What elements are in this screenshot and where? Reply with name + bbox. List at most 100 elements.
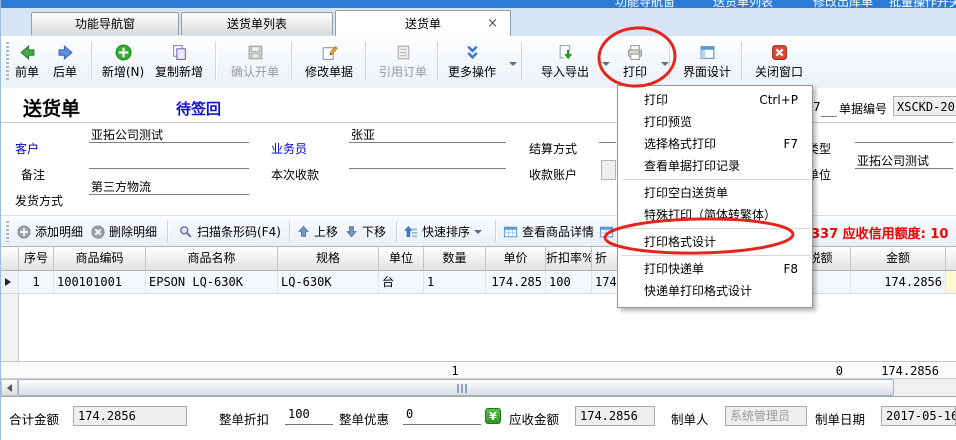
move-down-button[interactable]: 下移: [345, 221, 386, 242]
column-header-unit[interactable]: 单位: [379, 247, 424, 271]
maker-label: 制单人: [671, 409, 709, 428]
import-export-button[interactable]: 导入导出: [533, 39, 597, 84]
column-header-spec[interactable]: 规格: [278, 247, 379, 271]
extra-table-icon-button[interactable]: [599, 221, 614, 242]
scrollbar-thumb[interactable]: [18, 379, 894, 396]
customer-field[interactable]: 亚拓公司测试: [89, 126, 249, 143]
settle-method-field[interactable]: [599, 126, 616, 143]
menu-item-print-format-design[interactable]: 打印格式设计: [618, 231, 812, 253]
column-header-qty[interactable]: 数量: [424, 247, 486, 271]
close-red-icon: [771, 44, 788, 61]
sort-icon: [404, 225, 418, 239]
save-icon: [247, 44, 264, 61]
tab-delivery-list[interactable]: 送货单列表: [181, 12, 333, 35]
import-export-caret-icon[interactable]: [602, 62, 610, 66]
tab-delivery-note[interactable]: 送货单 ×: [335, 10, 511, 36]
credit-limit-text: 337 应收信用额度: 10: [811, 223, 956, 242]
menu-item-special-print[interactable]: 特殊打印（简体转繁体）: [618, 204, 812, 226]
topbar: 功能导航窗 送货单列表 修改出库单 批量操作开关: [1, 0, 956, 8]
arrow-right-icon: [57, 44, 74, 61]
shortcut: Ctrl+P: [759, 89, 798, 111]
unit-field[interactable]: 亚拓公司测试: [855, 152, 953, 169]
column-header-code[interactable]: 商品编码: [54, 247, 146, 271]
close-window-button[interactable]: 关闭窗口: [747, 39, 811, 84]
scroll-left-button[interactable]: [1, 379, 18, 396]
print-button[interactable]: 打印: [613, 39, 657, 84]
order-discount-field[interactable]: 100: [285, 407, 333, 425]
order-preferential-field[interactable]: 0: [403, 407, 481, 425]
cell-unit[interactable]: 台: [379, 271, 424, 294]
cell-spec[interactable]: LQ-630K: [278, 271, 379, 294]
view-product-detail-button[interactable]: 查看商品详情: [503, 221, 594, 242]
tab-bar: 功能导航窗 送货单列表 送货单 ×: [1, 8, 956, 36]
menu-item-view-print-records[interactable]: 查看单据打印记录: [618, 155, 812, 177]
next-doc-button[interactable]: 后单: [45, 39, 85, 84]
payment-field[interactable]: [349, 152, 506, 169]
arrow-down-icon: [345, 225, 358, 238]
menu-item-print-express-sheet[interactable]: 打印快递单F8: [618, 258, 812, 280]
type-field[interactable]: [855, 126, 953, 143]
cell-discount[interactable]: 100: [546, 271, 592, 294]
cell-code[interactable]: 100101001: [54, 271, 146, 294]
cell-price[interactable]: 174.285: [486, 271, 546, 294]
copy-icon: [171, 44, 188, 61]
yen-icon[interactable]: ¥: [485, 408, 501, 424]
scrollbar-grip-icon: [457, 384, 469, 393]
current-row-marker-icon: [5, 278, 11, 286]
prev-doc-button[interactable]: 前单: [7, 39, 47, 84]
topbar-clipped-text: 修改出库单: [813, 0, 873, 8]
more-actions-button[interactable]: 更多操作: [441, 39, 503, 84]
x-circle-gray-icon: [91, 225, 105, 239]
plus-circle-gray-icon: [17, 225, 31, 239]
tab-function-nav[interactable]: 功能导航窗: [31, 12, 179, 35]
move-up-button[interactable]: 上移: [297, 221, 338, 242]
main-toolbar: 前单 后单 新增(N) 复制新增 确认开单 修改单据 引用订单: [1, 36, 956, 89]
column-header-name[interactable]: 商品名称: [146, 247, 278, 271]
remark-field[interactable]: [89, 152, 249, 169]
menu-item-print[interactable]: 打印Ctrl+P: [618, 89, 812, 111]
menu-item-print-blank-note[interactable]: 打印空白送货单: [618, 182, 812, 204]
quote-order-button[interactable]: 引用订单: [371, 39, 435, 84]
menu-item-choose-format-print[interactable]: 选择格式打印F7: [618, 133, 812, 155]
scroll-left-arrow-icon: [7, 384, 12, 392]
column-header: [946, 247, 956, 271]
quick-sort-button[interactable]: 快速排序: [404, 221, 482, 242]
copy-add-button[interactable]: 复制新增: [147, 39, 211, 84]
summary-tax: 0: [791, 363, 843, 379]
column-header-discount[interactable]: 折扣率%: [546, 247, 592, 271]
edit-icon: [321, 44, 338, 61]
cell-name[interactable]: EPSON LQ-630K: [146, 271, 278, 294]
add-detail-button[interactable]: 添加明细: [17, 221, 83, 242]
doc-no-value[interactable]: XSCKD-20: [893, 96, 956, 116]
ui-design-button[interactable]: 界面设计: [675, 39, 739, 84]
delete-detail-button[interactable]: 删除明细: [91, 221, 157, 242]
customer-label: 客户: [15, 140, 39, 157]
more-actions-caret-icon[interactable]: [509, 62, 517, 66]
cell-extra[interactable]: [946, 271, 956, 294]
modify-button[interactable]: 修改单据: [297, 39, 361, 84]
scanner-icon: [179, 225, 193, 239]
column-header-seq[interactable]: 序号: [19, 247, 54, 271]
column-header-price[interactable]: 单价: [486, 247, 546, 271]
add-button[interactable]: 新增(N): [95, 39, 151, 84]
tab-close-icon[interactable]: ×: [487, 11, 498, 37]
account-field[interactable]: [601, 160, 616, 180]
scan-barcode-button[interactable]: 扫描条形码(F4): [179, 221, 281, 242]
menu-item-print-preview[interactable]: 打印预览: [618, 111, 812, 133]
page-title: 送货单: [23, 94, 80, 121]
date-value: 2017-05-16: [881, 406, 956, 426]
cell-seq[interactable]: 1: [19, 271, 54, 294]
confirm-button[interactable]: 确认开单: [223, 39, 287, 84]
cell-amount[interactable]: 174.2856: [851, 271, 946, 294]
shortcut: F8: [783, 258, 798, 280]
row-selector[interactable]: [1, 271, 19, 294]
column-header-amount[interactable]: 金额: [851, 247, 946, 271]
menu-item-express-format-design[interactable]: 快递单打印格式设计: [618, 280, 812, 302]
horizontal-scrollbar[interactable]: [1, 378, 956, 397]
shortcut: F7: [783, 133, 798, 155]
printer-icon: [626, 44, 644, 61]
salesman-field[interactable]: 张亚: [349, 126, 506, 143]
cell-qty[interactable]: 1: [424, 271, 486, 294]
print-caret-icon[interactable]: [661, 62, 669, 66]
ship-method-field[interactable]: 第三方物流: [89, 178, 249, 195]
